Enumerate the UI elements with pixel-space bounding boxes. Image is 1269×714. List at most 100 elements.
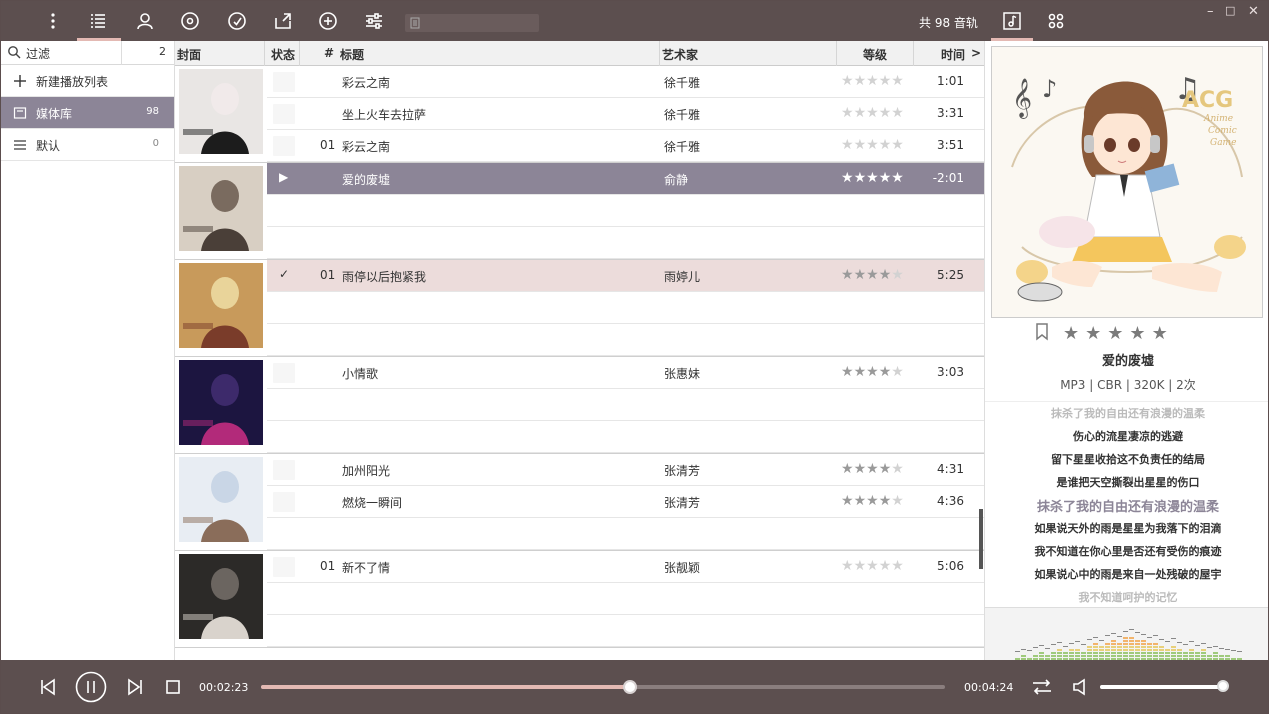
minimize-button[interactable]: – (1207, 4, 1214, 19)
prev-icon[interactable] (38, 677, 58, 697)
star-icon[interactable]: ★ (841, 364, 854, 380)
table-row[interactable]: 小情歌 张惠妹 ★★★★★ 3:03 (267, 357, 984, 389)
status-cell[interactable] (273, 363, 295, 383)
disc-icon[interactable] (178, 9, 202, 33)
table-row[interactable]: 01 新不了情 张靓颖 ★★★★★ 5:06 (267, 551, 984, 583)
star-icon[interactable]: ★ (854, 558, 867, 574)
star-icon[interactable]: ★ (854, 267, 867, 283)
status-cell[interactable] (273, 492, 295, 512)
track-rating[interactable]: ★★★★★ (841, 73, 904, 89)
status-cell[interactable] (273, 104, 295, 124)
col-header-cover[interactable]: 封面 (177, 46, 201, 63)
star-icon[interactable]: ★ (854, 137, 867, 153)
col-header-rating[interactable]: 等级 (863, 46, 887, 63)
close-button[interactable]: ✕ (1248, 4, 1259, 19)
star-icon[interactable]: ★ (854, 461, 867, 477)
star-icon[interactable]: ★ (891, 170, 904, 186)
star-icon[interactable]: ★ (854, 73, 867, 89)
col-header-more[interactable]: > (971, 46, 981, 60)
grid-icon[interactable] (1044, 9, 1068, 33)
equalizer-icon[interactable] (362, 9, 386, 33)
music-note-icon[interactable] (1000, 9, 1024, 33)
progress-slider[interactable] (261, 680, 945, 694)
star-icon[interactable]: ★ (854, 364, 867, 380)
star-icon[interactable]: ★ (866, 461, 879, 477)
volume-handle[interactable] (1217, 680, 1230, 692)
star-icon[interactable]: ★ (879, 558, 892, 574)
toolbar-search-input[interactable] (405, 14, 539, 32)
stop-icon[interactable] (165, 679, 181, 695)
col-header-artist[interactable]: 艺术家 (662, 46, 698, 63)
sidebar-item-new-playlist[interactable]: 新建播放列表 (1, 65, 174, 97)
star-icon[interactable]: ★ (866, 73, 879, 89)
next-icon[interactable] (125, 677, 145, 697)
table-row[interactable]: 彩云之南 徐千雅 ★★★★★ 1:01 (267, 66, 984, 98)
gauge-icon[interactable] (225, 9, 249, 33)
track-rating[interactable]: ★★★★★ (841, 267, 904, 283)
star-icon[interactable]: ★ (891, 493, 904, 509)
star-icon[interactable]: ★ (1063, 323, 1085, 344)
track-rating[interactable]: ★★★★★ (841, 493, 904, 509)
star-icon[interactable]: ★ (841, 170, 854, 186)
status-cell[interactable]: ✓ (273, 266, 295, 286)
star-icon[interactable]: ★ (879, 364, 892, 380)
table-row[interactable]: 燃烧一瞬间 张清芳 ★★★★★ 4:36 (267, 486, 984, 518)
star-icon[interactable]: ★ (891, 364, 904, 380)
table-scrollbar[interactable] (979, 509, 983, 569)
star-icon[interactable]: ★ (879, 493, 892, 509)
table-row[interactable]: 加州阳光 张清芳 ★★★★★ 4:31 (267, 454, 984, 486)
star-icon[interactable]: ★ (866, 493, 879, 509)
star-icon[interactable]: ★ (841, 267, 854, 283)
col-header-time[interactable]: 时间 (941, 46, 965, 63)
shuffle-icon[interactable] (1031, 676, 1053, 698)
sidebar-item-library[interactable]: 媒体库 98 (1, 97, 174, 129)
status-cell[interactable] (273, 136, 295, 156)
col-header-title[interactable]: 标题 (340, 46, 364, 63)
star-icon[interactable]: ★ (866, 105, 879, 121)
col-header-status[interactable]: 状态 (271, 46, 295, 63)
star-icon[interactable]: ★ (891, 137, 904, 153)
star-icon[interactable]: ★ (854, 493, 867, 509)
table-row[interactable]: 01 彩云之南 徐千雅 ★★★★★ 3:51 (267, 130, 984, 162)
bookmark-icon[interactable] (1035, 323, 1049, 346)
progress-handle[interactable] (623, 680, 638, 694)
star-icon[interactable]: ★ (1085, 323, 1107, 344)
volume-icon[interactable] (1072, 678, 1090, 696)
album-cover[interactable] (179, 69, 263, 154)
star-icon[interactable]: ★ (879, 137, 892, 153)
star-icon[interactable]: ★ (879, 105, 892, 121)
album-cover[interactable] (179, 263, 263, 348)
track-rating[interactable]: ★★★★★ (841, 170, 904, 186)
star-icon[interactable]: ★ (866, 364, 879, 380)
star-icon[interactable]: ★ (891, 558, 904, 574)
star-icon[interactable]: ★ (841, 461, 854, 477)
star-icon[interactable]: ★ (891, 267, 904, 283)
star-icon[interactable]: ★ (879, 461, 892, 477)
star-icon[interactable]: ★ (841, 493, 854, 509)
album-cover[interactable] (179, 360, 263, 445)
star-icon[interactable]: ★ (891, 105, 904, 121)
export-icon[interactable] (271, 9, 295, 33)
filter-bar[interactable]: 过滤 2 (1, 41, 174, 65)
star-icon[interactable]: ★ (1129, 323, 1151, 344)
table-row[interactable]: 坐上火车去拉萨 徐千雅 ★★★★★ 3:31 (267, 98, 984, 130)
star-icon[interactable]: ★ (891, 461, 904, 477)
star-icon[interactable]: ★ (879, 267, 892, 283)
table-row[interactable]: ▶ 爱的废墟 俞静 ★★★★★ -2:01 (267, 163, 984, 195)
album-cover[interactable] (179, 166, 263, 251)
star-icon[interactable]: ★ (866, 558, 879, 574)
star-icon[interactable]: ★ (866, 170, 879, 186)
star-icon[interactable]: ★ (879, 170, 892, 186)
star-icon[interactable]: ★ (841, 558, 854, 574)
list-icon[interactable] (86, 9, 110, 33)
track-rating[interactable]: ★★★★★ (841, 105, 904, 121)
star-icon[interactable]: ★ (841, 137, 854, 153)
status-cell[interactable] (273, 72, 295, 92)
star-icon[interactable]: ★ (1107, 323, 1129, 344)
pause-icon[interactable] (75, 671, 107, 703)
user-icon[interactable] (133, 9, 157, 33)
star-icon[interactable]: ★ (841, 105, 854, 121)
more-vertical-icon[interactable] (41, 9, 65, 33)
track-rating[interactable]: ★★★★★ (841, 558, 904, 574)
table-row[interactable]: ✓ 01 雨停以后抱紧我 雨婷儿 ★★★★★ 5:25 (267, 260, 984, 292)
